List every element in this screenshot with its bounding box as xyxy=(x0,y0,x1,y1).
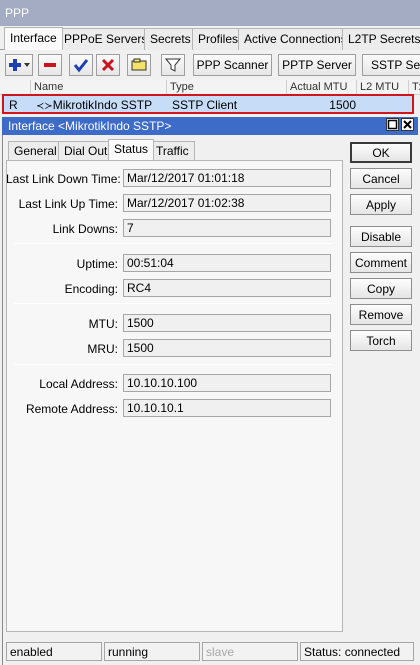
mru-field[interactable]: 1500 xyxy=(123,339,331,357)
list-header: Name Type Actual MTU L2 MTU Tx xyxy=(0,80,420,95)
apply-button[interactable]: Apply xyxy=(350,194,412,215)
column-tx[interactable]: Tx xyxy=(408,80,420,95)
status-enabled: enabled xyxy=(6,642,102,661)
tab-traffic[interactable]: Traffic xyxy=(150,141,195,160)
close-button[interactable] xyxy=(401,118,414,131)
sstp-server-button[interactable]: SSTP Server xyxy=(362,54,420,76)
comment-button[interactable]: Comment xyxy=(350,252,412,273)
last-link-down-time-field[interactable]: Mar/12/2017 01:01:18 xyxy=(123,169,331,187)
torch-button[interactable]: Torch xyxy=(350,330,412,351)
row-flag: R xyxy=(9,98,18,112)
ppp-scanner-button[interactable]: PPP Scanner xyxy=(193,54,272,76)
row-actual-mtu: 1500 xyxy=(329,98,356,112)
local-address-label: Local Address: xyxy=(39,377,118,391)
remove-icon xyxy=(44,63,56,67)
last-link-down-time-label: Last Link Down Time: xyxy=(6,172,121,186)
cancel-button[interactable]: Cancel xyxy=(350,168,412,189)
status-running: running xyxy=(104,642,200,661)
remote-address-field[interactable]: 10.10.10.1 xyxy=(123,399,331,417)
tab-secrets[interactable]: Secrets xyxy=(144,28,197,50)
tab-status[interactable]: Status xyxy=(108,139,155,160)
restore-button[interactable] xyxy=(386,118,399,131)
main-tab-bar: Interface PPPoE Servers Secrets Profiles… xyxy=(0,27,420,50)
mtu-label: MTU: xyxy=(88,317,118,331)
tab-general[interactable]: General xyxy=(8,141,63,160)
remote-address-label: Remote Address: xyxy=(25,402,118,416)
row-name: ≺≻MikrotikIndo SSTP xyxy=(34,96,168,112)
add-icon xyxy=(9,59,30,71)
column-type[interactable]: Type xyxy=(166,80,286,95)
disable-button[interactable] xyxy=(96,54,120,76)
uptime-label: Uptime: xyxy=(76,257,118,271)
link-downs-field[interactable]: 7 xyxy=(123,219,331,237)
window-title: PPP xyxy=(5,6,30,20)
status-connection: Status: connected xyxy=(300,642,414,661)
tab-l2tp-secrets[interactable]: L2TP Secrets xyxy=(342,28,420,50)
divider xyxy=(14,364,332,365)
dialog-title: Interface <MikrotikIndo SSTP> xyxy=(8,119,172,133)
tab-dial-out[interactable]: Dial Out xyxy=(58,141,114,160)
column-name[interactable]: Name xyxy=(30,80,166,95)
local-address-field[interactable]: 10.10.10.100 xyxy=(123,374,331,392)
filter-icon xyxy=(165,58,181,72)
divider xyxy=(14,243,332,244)
last-link-up-time-label: Last Link Up Time: xyxy=(18,197,118,211)
status-slave: slave xyxy=(202,642,298,661)
ok-button[interactable]: OK xyxy=(350,142,412,163)
uptime-field[interactable]: 00:51:04 xyxy=(123,254,331,272)
tab-interface[interactable]: Interface xyxy=(4,27,63,50)
mtu-field[interactable]: 1500 xyxy=(123,314,331,332)
enable-check-icon xyxy=(73,59,89,73)
remove-button[interactable]: Remove xyxy=(350,304,412,325)
dialog-title-bar: Interface <MikrotikIndo SSTP> xyxy=(2,117,418,135)
close-icon xyxy=(403,120,412,129)
mru-label: MRU: xyxy=(87,342,118,356)
encoding-field[interactable]: RC4 xyxy=(123,279,331,297)
filter-button[interactable] xyxy=(161,54,185,76)
tab-profiles[interactable]: Profiles xyxy=(192,28,245,50)
row-name-text: MikrotikIndo SSTP xyxy=(52,98,153,112)
disable-button[interactable]: Disable xyxy=(350,226,412,247)
restore-icon xyxy=(387,119,398,130)
window-title-bar: PPP xyxy=(0,0,420,26)
disable-x-icon xyxy=(101,58,115,72)
tab-pppoe-servers[interactable]: PPPoE Servers xyxy=(58,28,154,50)
link-downs-label: Link Downs: xyxy=(52,222,118,236)
column-l2-mtu[interactable]: L2 MTU xyxy=(356,80,408,95)
row-type: SSTP Client xyxy=(172,98,238,112)
tab-active-connections[interactable]: Active Connections xyxy=(238,28,353,50)
add-button[interactable] xyxy=(5,54,33,76)
copy-button[interactable]: Copy xyxy=(350,278,412,299)
divider xyxy=(14,303,332,304)
sstp-interface-icon: ≺≻ xyxy=(36,101,53,112)
encoding-label: Encoding: xyxy=(64,282,118,296)
enable-button[interactable] xyxy=(69,54,93,76)
pptp-server-button[interactable]: PPTP Server xyxy=(278,54,356,76)
last-link-up-time-field[interactable]: Mar/12/2017 01:02:38 xyxy=(123,194,331,212)
table-row[interactable]: R ≺≻MikrotikIndo SSTP SSTP Client 1500 xyxy=(2,94,414,114)
column-actual-mtu[interactable]: Actual MTU xyxy=(286,80,356,95)
comment-icon xyxy=(131,58,147,71)
comment-button[interactable] xyxy=(127,54,151,76)
remove-button[interactable] xyxy=(38,54,62,76)
